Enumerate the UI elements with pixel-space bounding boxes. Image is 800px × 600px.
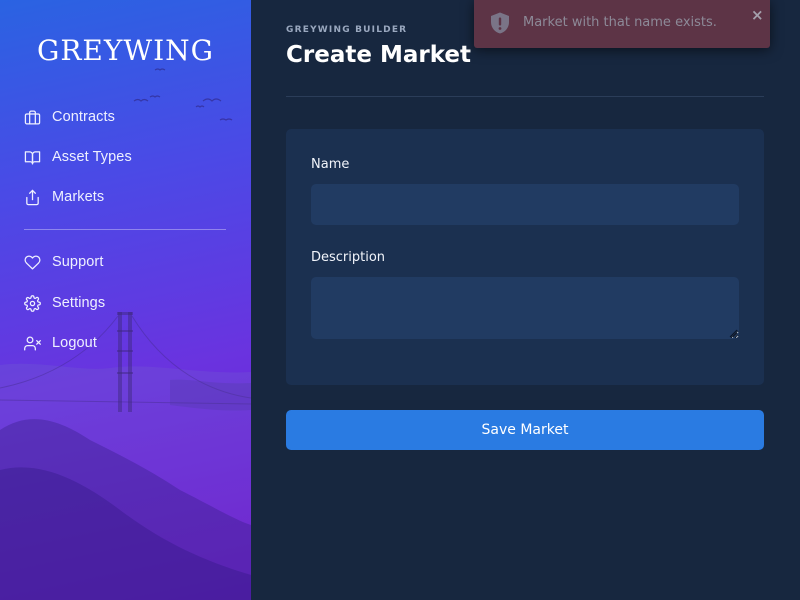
name-input[interactable]	[311, 184, 739, 225]
heart-icon	[24, 254, 41, 271]
sidebar-item-label: Settings	[52, 295, 106, 311]
description-textarea[interactable]	[311, 277, 739, 339]
sidebar-item-contracts[interactable]: Contracts	[24, 105, 224, 129]
sidebar: GREYWING Contracts Asset Types Markets S…	[0, 0, 251, 600]
resize-grip-icon[interactable]	[728, 328, 738, 338]
sidebar-item-label: Contracts	[52, 109, 115, 125]
briefcase-icon	[24, 109, 41, 126]
book-icon	[24, 149, 41, 166]
sidebar-item-markets[interactable]: Markets	[24, 185, 224, 209]
app-logo[interactable]: GREYWING	[0, 34, 251, 67]
save-market-button[interactable]: Save Market	[286, 410, 764, 450]
page-title: Create Market	[286, 42, 471, 68]
sidebar-item-label: Logout	[52, 335, 97, 351]
user-x-icon	[24, 335, 41, 352]
error-toast: Market with that name exists. ×	[474, 0, 770, 48]
sidebar-item-support[interactable]: Support	[24, 250, 224, 274]
sidebar-item-label: Asset Types	[52, 149, 132, 165]
sidebar-item-label: Markets	[52, 189, 105, 205]
sidebar-item-settings[interactable]: Settings	[24, 291, 224, 315]
page-eyebrow: GREYWING BUILDER	[286, 25, 408, 35]
name-label: Name	[311, 157, 350, 172]
sidebar-divider	[24, 229, 226, 230]
header-divider	[286, 96, 764, 97]
description-label: Description	[311, 250, 386, 265]
toast-message: Market with that name exists.	[523, 15, 717, 30]
shield-alert-icon	[488, 11, 512, 35]
sidebar-item-label: Support	[52, 254, 104, 270]
gear-icon	[24, 294, 41, 312]
sidebar-item-asset-types[interactable]: Asset Types	[24, 145, 224, 169]
sidebar-item-logout[interactable]: Logout	[24, 331, 224, 355]
upload-icon	[24, 189, 41, 206]
toast-close-button[interactable]: ×	[751, 6, 764, 24]
